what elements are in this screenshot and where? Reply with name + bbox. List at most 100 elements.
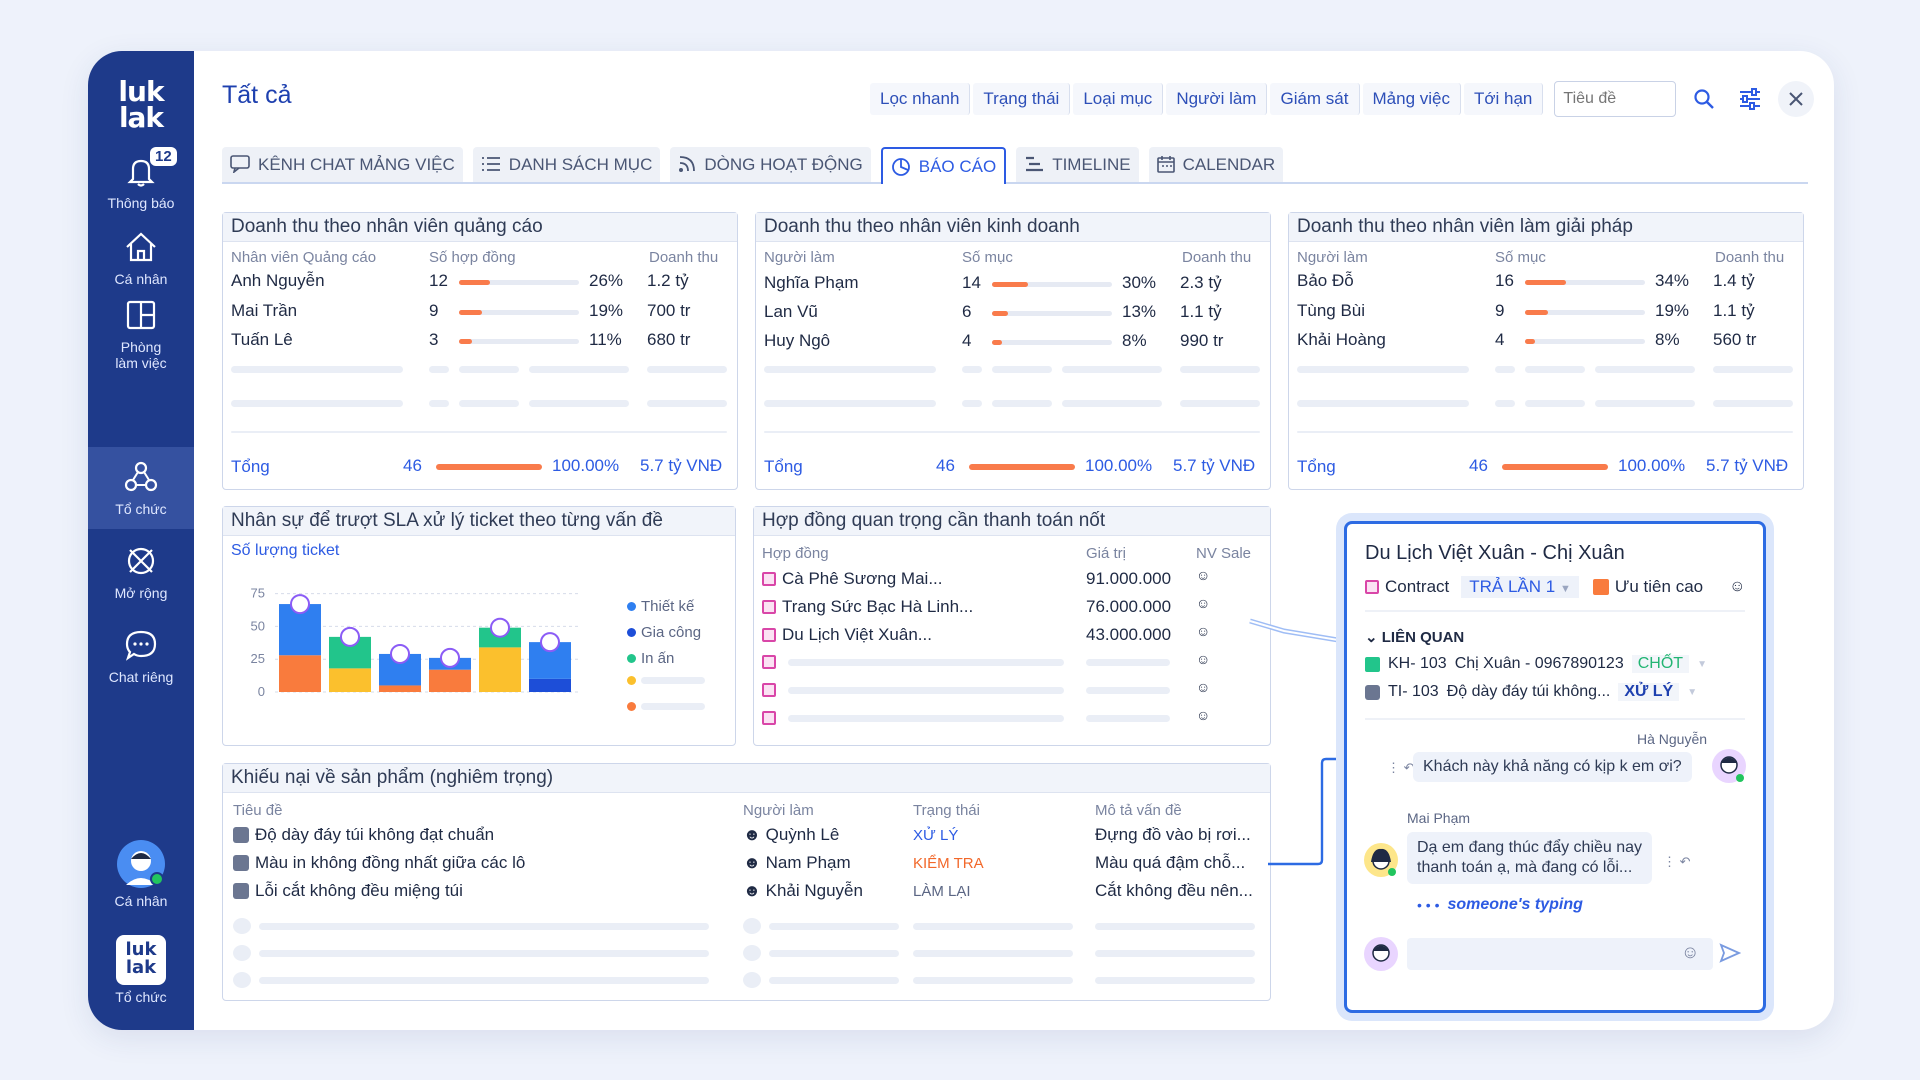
tab-timeline[interactable]: TIMELINE	[1016, 147, 1139, 182]
filter-quick[interactable]: Lọc nhanh	[870, 83, 971, 115]
view-tabs: KÊNH CHAT MẢNG VIỆC DANH SÁCH MỤC DÒNG H…	[222, 147, 1808, 184]
legend-swatch	[627, 702, 636, 711]
complaint-row[interactable]: Lỗi cắt không đều miệng túi	[233, 881, 463, 901]
related-section-header[interactable]: ⌄ LIÊN QUAN	[1365, 628, 1464, 646]
column-header: Hợp đồng	[762, 545, 829, 562]
extension-icon	[127, 547, 155, 575]
table-cell: 1.4 tỷ	[1713, 271, 1755, 290]
filter-work-area[interactable]: Mảng việc	[1362, 83, 1461, 115]
placeholder-icon	[233, 972, 251, 988]
assignee-avatar[interactable]	[340, 626, 360, 647]
filter-assignee[interactable]: Người làm	[1166, 83, 1268, 115]
popup-tags: Contract TRẢ LẦN 1 ▼ Ưu tiên cao ☺	[1365, 576, 1745, 598]
placeholder-row	[992, 400, 1052, 407]
sidebar-org-switcher[interactable]: luk lak Tổ chức	[88, 935, 194, 1005]
tab-report[interactable]: BÁO CÁO	[880, 147, 1007, 184]
contract-row[interactable]: Trang Sức Bạc Hà Linh...	[762, 597, 973, 617]
bar-segment[interactable]	[529, 678, 571, 692]
sidebar-item-workspace[interactable]: Phòng làm việc	[88, 295, 194, 371]
table-cell: 11%	[589, 330, 622, 349]
contract-name: Du Lịch Việt Xuân...	[782, 625, 932, 644]
column-header: Mô tả vấn đề	[1095, 802, 1182, 819]
contract-row[interactable]: Du Lịch Việt Xuân...	[762, 625, 932, 645]
assignee-avatar[interactable]	[390, 643, 410, 664]
app-logo[interactable]: luk lak	[110, 78, 172, 132]
sidebar-item-private-chat[interactable]: Chat riêng	[88, 625, 194, 685]
placeholder-row	[1525, 366, 1585, 373]
assignee-avatar[interactable]	[290, 594, 310, 615]
send-icon[interactable]	[1719, 942, 1741, 964]
sla-chart-card: Nhân sự để trượt SLA xử lý ticket theo t…	[222, 506, 736, 746]
filter-status[interactable]: Trạng thái	[973, 83, 1071, 115]
sidebar-item-label: Tổ chức	[115, 501, 167, 517]
card-title: Doanh thu theo nhân viên kinh doanh	[756, 213, 1270, 242]
contract-row[interactable]: Cà Phê Sương Mai...	[762, 569, 943, 589]
total-percent: 100.00%	[1618, 456, 1686, 475]
sidebar-item-notifications[interactable]: 12 Thông báo	[88, 147, 194, 211]
assignee-avatar[interactable]: ☺	[1729, 578, 1745, 596]
complaint-row[interactable]: Màu in không đồng nhất giữa các lô	[233, 853, 525, 873]
total-bar	[969, 464, 1075, 470]
legend-placeholder	[641, 677, 705, 684]
tab-item-list[interactable]: DANH SÁCH MỤC	[472, 147, 661, 182]
revenue-card-sales: Doanh thu theo nhân viên kinh doanh Ngườ…	[755, 212, 1271, 490]
search-button[interactable]	[1686, 81, 1722, 117]
assignee-avatar[interactable]	[440, 647, 460, 668]
related-status-badge[interactable]: CHỐT	[1631, 655, 1690, 673]
tab-label: DANH SÁCH MỤC	[508, 155, 653, 174]
filter-deadline[interactable]: Tới hạn	[1463, 83, 1544, 115]
assignee-name: Khải Nguyễn	[765, 881, 863, 900]
sidebar-item-personal[interactable]: Cá nhân	[88, 227, 194, 287]
placeholder-row	[1595, 366, 1695, 373]
total-revenue: 5.7 tỷ VNĐ	[1706, 456, 1789, 475]
sidebar-item-extensions[interactable]: Mở rộng	[88, 541, 194, 601]
placeholder-row	[1297, 400, 1469, 407]
user-avatar[interactable]	[1363, 842, 1399, 878]
bar-segment[interactable]	[329, 668, 371, 692]
table-cell: 9	[1495, 301, 1505, 320]
chat-message-bubble: Khách này khả năng có kịp k em ơi?	[1413, 752, 1692, 782]
placeholder-row	[529, 400, 629, 407]
message-actions-icon[interactable]: ⋮ ↶	[1663, 854, 1691, 870]
related-item[interactable]: KH- 103 Chị Xuân - 0967890123 CHỐT ▼	[1365, 655, 1707, 673]
message-input[interactable]	[1407, 938, 1713, 970]
user-avatar[interactable]	[1711, 748, 1747, 784]
typing-indicator: • • • someone's typing	[1417, 896, 1583, 914]
related-code: KH- 103	[1388, 655, 1447, 672]
sidebar-profile[interactable]: Cá nhân	[88, 839, 194, 909]
search-input[interactable]	[1554, 81, 1677, 117]
priority-label: Ưu tiên cao	[1614, 577, 1704, 596]
related-text: Chị Xuân - 0967890123	[1454, 655, 1624, 672]
bar-segment[interactable]	[479, 647, 521, 692]
related-status-badge[interactable]: XỬ LÝ	[1618, 683, 1680, 701]
table-cell: Khải Hoàng	[1297, 330, 1386, 349]
close-button[interactable]	[1778, 81, 1815, 117]
emoji-icon[interactable]: ☺	[1681, 942, 1699, 963]
tab-activity-stream[interactable]: DÒNG HOẠT ĐỘNG	[670, 147, 871, 182]
tab-calendar[interactable]: CALENDAR	[1148, 147, 1284, 182]
complaint-title: Lỗi cắt không đều miệng túi	[255, 881, 463, 900]
placeholder-row	[1495, 400, 1515, 407]
filter-supervisor[interactable]: Giám sát	[1270, 83, 1360, 115]
filter-item-type[interactable]: Loại mục	[1073, 83, 1164, 115]
related-item[interactable]: TI- 103 Độ dày đáy túi không... XỬ LÝ ▼	[1365, 683, 1697, 701]
payment-status-dropdown[interactable]: TRẢ LẦN 1 ▼	[1461, 576, 1579, 598]
calendar-icon	[1156, 156, 1175, 173]
filter-settings-button[interactable]	[1732, 81, 1768, 117]
message-actions-icon[interactable]: ⋮ ↶	[1387, 760, 1415, 776]
complaint-row[interactable]: Độ dày đáy túi không đạt chuẩn	[233, 825, 494, 845]
tab-label: CALENDAR	[1182, 155, 1276, 174]
bar-segment[interactable]	[429, 669, 471, 692]
tab-label: BÁO CÁO	[918, 157, 997, 176]
tab-work-area-chat[interactable]: KÊNH CHAT MẢNG VIỆC	[222, 147, 463, 182]
bar-segment[interactable]	[279, 655, 321, 692]
table-cell: Tuấn Lê	[231, 330, 293, 349]
table-cell: 9	[429, 301, 439, 320]
assignee-avatar[interactable]	[540, 632, 560, 653]
bar-segment[interactable]	[379, 685, 421, 692]
placeholder-row	[769, 923, 899, 930]
column-header: Nhân viên Quảng cáo	[231, 249, 377, 266]
notification-count-badge: 12	[150, 147, 177, 166]
sidebar-item-organization[interactable]: Tổ chức	[88, 447, 194, 529]
assignee-avatar[interactable]	[490, 617, 510, 638]
